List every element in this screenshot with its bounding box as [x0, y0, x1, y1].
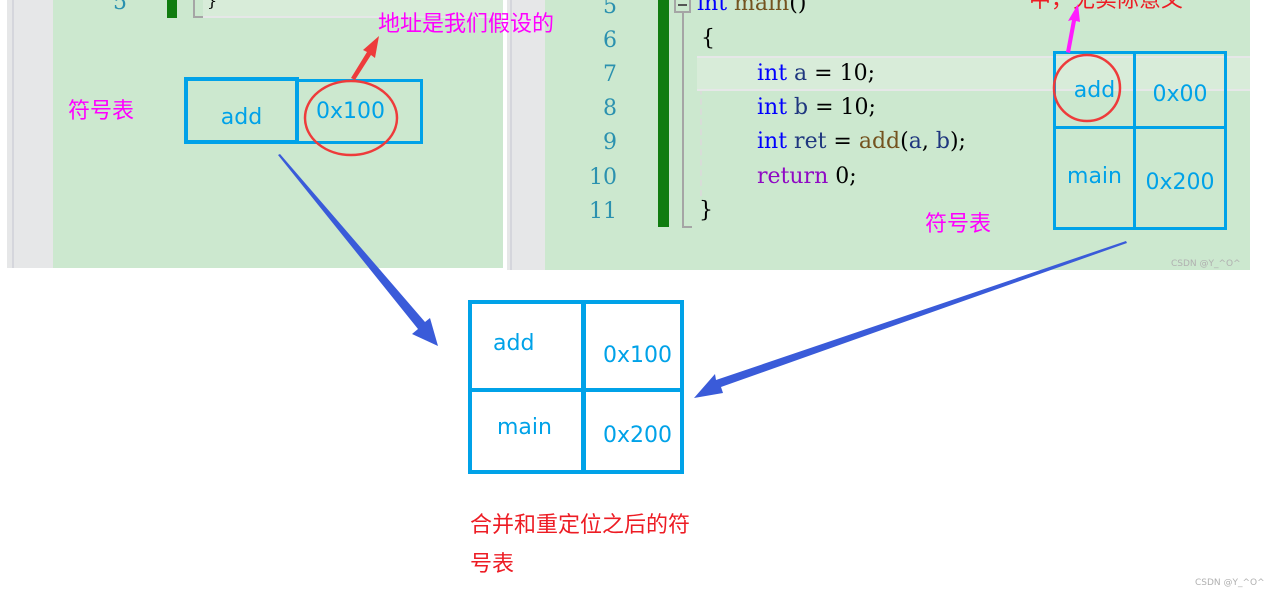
- code-line-10: return 0;: [757, 160, 857, 194]
- gutter-divider: [12, 0, 14, 268]
- code-op: =: [826, 129, 859, 154]
- keyword: int: [757, 61, 788, 86]
- keyword: int: [697, 0, 728, 16]
- code-punct: );: [949, 129, 966, 154]
- line-number-10: 10: [589, 165, 617, 190]
- right-editor-panel: 5 6 7 8 9 10 11 int main() { int a = 10;…: [507, 0, 1250, 270]
- right-gutter: [507, 0, 545, 270]
- code-punct: (): [789, 0, 807, 16]
- code-line-8: int b = 10;: [757, 91, 876, 125]
- code-line-7: int a = 10;: [757, 57, 875, 91]
- line-number-11: 11: [589, 199, 617, 224]
- fold-guide: [682, 13, 684, 228]
- fold-guide-end: [193, 16, 203, 18]
- symbol-address: 0x100: [316, 99, 386, 124]
- symbol-name: add: [1073, 77, 1116, 103]
- code-punct: ,: [921, 129, 936, 154]
- function-name: main: [734, 0, 790, 16]
- line-number-8: 8: [603, 96, 617, 121]
- merged-symbol-address-cell: 0x100: [582, 300, 684, 392]
- watermark: CSDN @Y_^O^: [1171, 259, 1241, 269]
- variable: b: [794, 95, 809, 120]
- code-line-6: {: [701, 26, 715, 51]
- minus-icon: [678, 4, 687, 6]
- function-name: add: [858, 129, 901, 154]
- variable: a: [908, 129, 922, 154]
- address-assumed-annotation: 地址是我们假设的: [378, 12, 555, 37]
- merged-caption-line-1: 合并和重定位之后的符: [470, 513, 691, 538]
- symbol-name-cell: add: [1053, 51, 1136, 129]
- symbol-address: 0x200: [1145, 169, 1215, 195]
- left-editor-panel: 5 } 符号表 add 0x100: [7, 0, 503, 268]
- symbol-name-cell: main: [1053, 126, 1136, 230]
- watermark: CSDN @Y_^O^: [1195, 578, 1265, 588]
- code-rest: = 10;: [807, 61, 875, 86]
- variable: b: [935, 129, 950, 154]
- merged-caption-line-2: 号表: [470, 552, 515, 577]
- symbol-name: add: [493, 330, 535, 356]
- symbol-address-cell: 0x00: [1133, 51, 1227, 129]
- code-punct: (: [900, 129, 909, 154]
- change-indicator-bar: [658, 0, 669, 227]
- symbol-address: 0x200: [602, 422, 672, 448]
- symbol-address-cell: 0x100: [296, 79, 423, 144]
- gutter-divider: [510, 0, 512, 270]
- code-rest: 0;: [828, 164, 857, 189]
- code-rest: = 10;: [808, 95, 876, 120]
- line-number-5: 5: [603, 0, 617, 19]
- symbol-name-cell: add: [184, 77, 299, 144]
- symbol-name: main: [1067, 163, 1122, 189]
- line-number: 5: [113, 0, 127, 15]
- line-number-6: 6: [603, 28, 617, 53]
- collapse-toggle[interactable]: [674, 0, 691, 13]
- merged-symbol-address-cell: 0x200: [582, 388, 684, 474]
- variable: ret: [794, 129, 827, 154]
- change-indicator-bar: [167, 0, 177, 18]
- line-number-7: 7: [603, 62, 617, 87]
- fold-guide-end: [682, 226, 692, 228]
- merged-symbol-name-cell: add: [468, 300, 585, 392]
- keyword: return: [757, 164, 829, 189]
- variable: a: [794, 61, 808, 86]
- symbol-address-cell: 0x200: [1133, 126, 1227, 230]
- line-number-9: 9: [603, 130, 617, 155]
- code-line-5: }: [207, 0, 218, 10]
- annotation-text-cut: 中，无实际意义: [1029, 0, 1184, 13]
- keyword: int: [757, 95, 788, 120]
- symbol-table-label: 符号表: [68, 99, 135, 124]
- code-line-5: int main(): [697, 0, 806, 21]
- code-line-11: }: [699, 198, 713, 223]
- symbol-address: 0x100: [602, 342, 672, 368]
- symbol-address: 0x00: [1152, 81, 1208, 107]
- keyword: int: [757, 129, 788, 154]
- symbol-table-label: 符号表: [925, 212, 992, 237]
- symbol-name: main: [497, 414, 552, 440]
- symbol-name: add: [220, 105, 263, 130]
- code-line-9: int ret = add(a, b);: [757, 125, 966, 159]
- merged-symbol-name-cell: main: [468, 388, 585, 474]
